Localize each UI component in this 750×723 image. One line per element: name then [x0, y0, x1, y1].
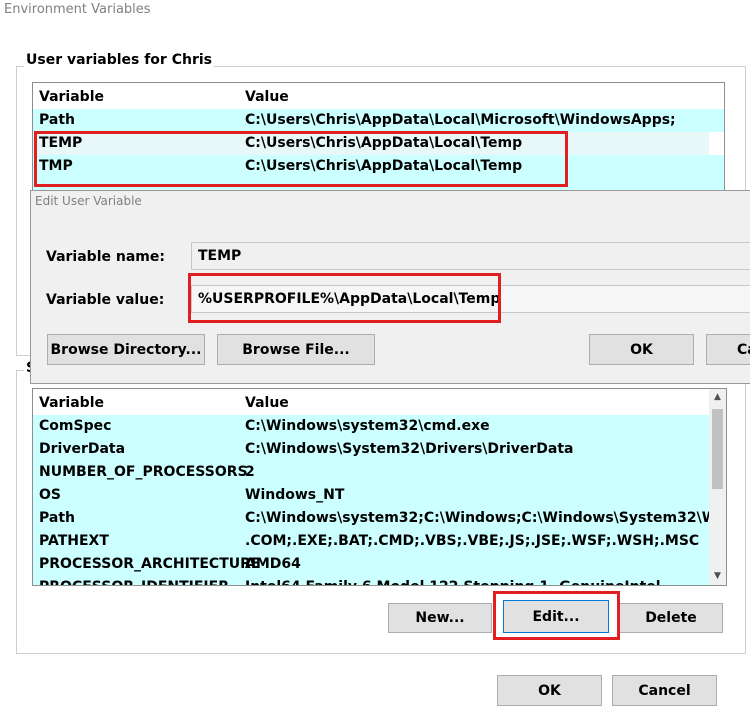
- table-row[interactable]: PROCESSOR_IDENTIFIER Intel64 Family 6 Mo…: [33, 576, 711, 585]
- browse-directory-button[interactable]: Browse Directory...: [47, 334, 205, 365]
- table-row[interactable]: DriverData C:\Windows\System32\Drivers\D…: [33, 438, 711, 461]
- user-list-header[interactable]: Variable Value: [33, 86, 724, 109]
- variable-name-label: Variable name:: [46, 249, 165, 265]
- table-row[interactable]: TMP C:\Users\Chris\AppData\Local\Temp: [33, 155, 724, 178]
- system-variables-list[interactable]: Variable Value ComSpec C:\Windows\system…: [32, 388, 727, 586]
- table-row[interactable]: OS Windows_NT: [33, 484, 711, 507]
- variable-value-field[interactable]: %USERPROFILE%\AppData\Local\Temp: [191, 285, 750, 313]
- table-row[interactable]: TEMP C:\Users\Chris\AppData\Local\Temp: [33, 132, 709, 155]
- column-header-value[interactable]: Value: [245, 392, 289, 415]
- delete-button[interactable]: Delete: [619, 603, 723, 633]
- user-variables-list[interactable]: Variable Value Path C:\Users\Chris\AppDa…: [32, 82, 725, 192]
- table-row[interactable]: Path C:\Users\Chris\AppData\Local\Micros…: [33, 109, 724, 132]
- table-row[interactable]: Path C:\Windows\system32;C:\Windows;C:\W…: [33, 507, 726, 530]
- table-row[interactable]: PROCESSOR_ARCHITECTURE AMD64: [33, 553, 711, 576]
- column-header-value[interactable]: Value: [245, 86, 289, 109]
- user-variables-label: User variables for Chris: [24, 52, 214, 68]
- table-row[interactable]: PATHEXT .COM;.EXE;.BAT;.CMD;.VBS;.VBE;.J…: [33, 530, 711, 553]
- dialog-cancel-button[interactable]: Ca: [706, 334, 750, 365]
- edit-user-variable-dialog: Edit User Variable Variable name: TEMP V…: [30, 190, 750, 384]
- column-header-variable[interactable]: Variable: [39, 392, 104, 415]
- dialog-title: Edit User Variable: [35, 194, 142, 208]
- system-list-header[interactable]: Variable Value: [33, 392, 711, 415]
- scroll-up-icon[interactable]: ▲: [709, 389, 726, 406]
- dialog-ok-button[interactable]: OK: [589, 334, 694, 365]
- table-row[interactable]: NUMBER_OF_PROCESSORS 2: [33, 461, 711, 484]
- scroll-down-icon[interactable]: ▼: [709, 568, 726, 585]
- variable-name-field[interactable]: TEMP: [191, 242, 750, 270]
- window-title: Environment Variables: [4, 2, 151, 17]
- ok-button[interactable]: OK: [497, 675, 602, 706]
- scrollbar-thumb[interactable]: [712, 409, 723, 489]
- vertical-scrollbar[interactable]: ▲ ▼: [709, 389, 726, 585]
- browse-file-button[interactable]: Browse File...: [217, 334, 375, 365]
- edit-button[interactable]: Edit...: [503, 600, 609, 633]
- variable-value-label: Variable value:: [46, 292, 165, 308]
- cancel-button[interactable]: Cancel: [612, 675, 717, 706]
- column-header-variable[interactable]: Variable: [39, 86, 104, 109]
- new-button[interactable]: New...: [388, 603, 492, 633]
- table-row[interactable]: ComSpec C:\Windows\system32\cmd.exe: [33, 415, 711, 438]
